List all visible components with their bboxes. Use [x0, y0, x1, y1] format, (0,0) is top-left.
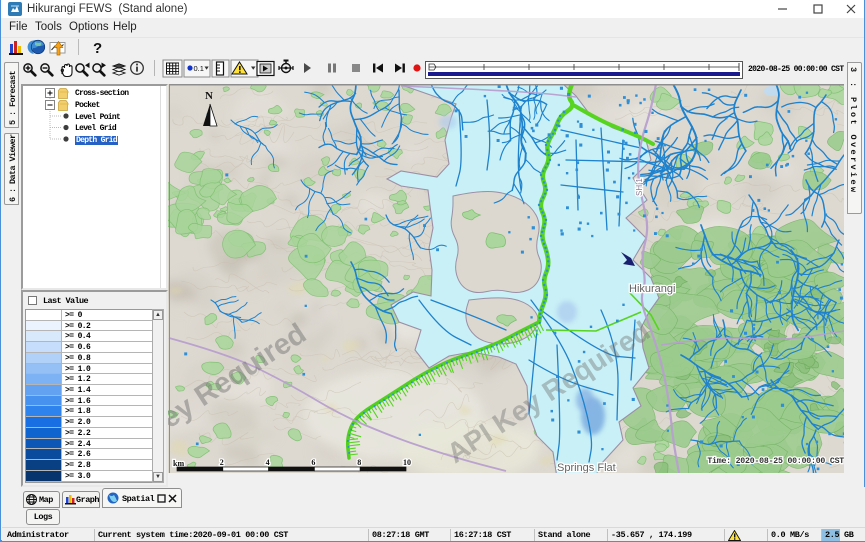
svg-text:?: ? — [93, 40, 102, 57]
svg-text:N: N — [205, 90, 213, 102]
svg-text:6: 6 — [311, 458, 315, 467]
svg-text:4: 4 — [266, 458, 270, 467]
svg-text:Springs Flat: Springs Flat — [557, 462, 616, 473]
svg-text:km: km — [173, 459, 184, 468]
svg-text:0.1: 0.1 — [194, 64, 204, 73]
svg-text:Hikurangi: Hikurangi — [629, 283, 675, 295]
svg-text:10: 10 — [403, 458, 411, 467]
svg-text:2: 2 — [220, 458, 224, 467]
svg-text:5 : Forecast: 5 : Forecast — [8, 70, 18, 125]
svg-text:8: 8 — [357, 458, 361, 467]
svg-text:Time: 2020-08-25 00:00:00 CST: Time: 2020-08-25 00:00:00 CST — [707, 456, 844, 466]
svg-text:SH 1: SH 1 — [635, 178, 644, 196]
svg-text:3 : Plot Overview: 3 : Plot Overview — [848, 67, 858, 195]
svg-text:6 : Data Viewer: 6 : Data Viewer — [8, 134, 18, 202]
